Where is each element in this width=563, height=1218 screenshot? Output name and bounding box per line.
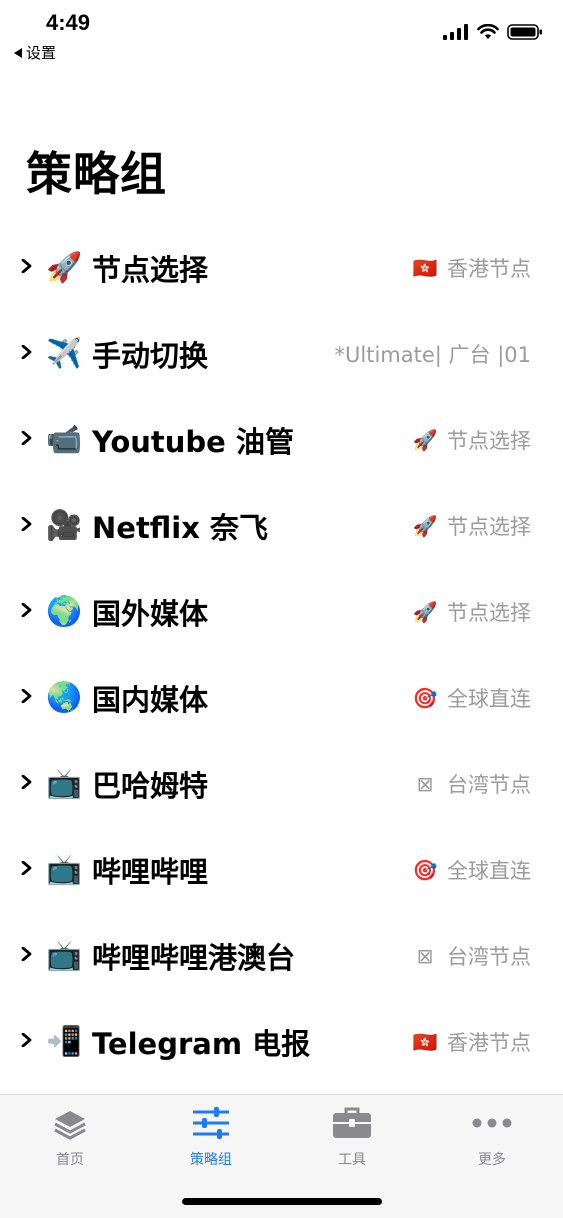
tab-policy-groups-label: 策略组 [190, 1152, 232, 1168]
group-selected-policy: 🇭🇰 香港节点 [411, 1027, 531, 1057]
home-indicator [182, 1198, 382, 1205]
selected-policy-label: 全球直连 [447, 687, 531, 711]
group-selected-policy: *Ultimate| 广台 |01 [335, 339, 531, 369]
policy-group-row[interactable]: ✈️ 手动切换 *Ultimate| 广台 |01 [0, 310, 563, 396]
selected-policy-icon: ⊠ [416, 944, 434, 968]
policy-group-row[interactable]: 🚀 节点选择 🇭🇰 香港节点 [0, 224, 563, 310]
group-selected-policy: 🎯 全球直连 [411, 683, 531, 713]
selected-policy-label: 节点选择 [447, 429, 531, 453]
policy-group-row[interactable]: 📹 Youtube 油管 🚀 节点选择 [0, 396, 563, 482]
selected-policy-icon: 🎯 [412, 686, 438, 710]
group-name: 国外媒体 [92, 597, 209, 631]
group-selected-policy: 🚀 节点选择 [411, 425, 531, 455]
selected-policy-icon: 🇭🇰 [412, 1030, 438, 1054]
selected-policy-label: 香港节点 [447, 1031, 531, 1055]
policy-group-row[interactable]: 📺 哔哩哔哩 🎯 全球直连 [0, 826, 563, 912]
group-selected-policy: 🇭🇰 香港节点 [411, 253, 531, 283]
policy-group-list: 🚀 节点选择 🇭🇰 香港节点 ✈️ 手动切换 *Ultimate| 广台 |01 📹 Youtu… [0, 224, 563, 1084]
policy-group-row[interactable]: 📺 哔哩哔哩港澳台 ⊠ 台湾节点 [0, 912, 563, 998]
page-title: 策略组 [26, 147, 167, 201]
chevron-right-icon [21, 259, 32, 273]
policy-group-row[interactable]: 🌍 国外媒体 🚀 节点选择 [0, 568, 563, 654]
selected-policy-label: *Ultimate| 广台 |01 [334, 343, 531, 367]
group-emoji-icon: 🚀 [46, 250, 83, 284]
tab-policy-groups[interactable]: 策略组 [161, 1103, 261, 1169]
group-emoji-icon: 📺 [46, 938, 83, 972]
group-name: Netflix 奈飞 [92, 511, 269, 545]
group-name: Telegram 电报 [92, 1027, 311, 1061]
tab-home[interactable]: 首页 [20, 1103, 120, 1169]
group-emoji-icon: 🌍 [46, 594, 83, 628]
chevron-right-icon [21, 603, 32, 617]
chevron-right-icon [21, 345, 32, 359]
group-selected-policy: 🚀 节点选择 [411, 511, 531, 541]
chevron-right-icon [21, 947, 32, 961]
group-name: 巴哈姆特 [92, 769, 209, 803]
group-name: Youtube 油管 [92, 425, 294, 459]
group-emoji-icon: 📲 [46, 1024, 83, 1058]
chevron-right-icon [21, 861, 32, 875]
selected-policy-label: 台湾节点 [447, 945, 531, 969]
sliders-icon [191, 1103, 231, 1143]
wifi-icon [477, 24, 499, 39]
group-name: 哔哩哔哩港澳台 [92, 941, 296, 975]
chevron-right-icon [21, 689, 32, 703]
group-emoji-icon: 📺 [46, 766, 83, 800]
selected-policy-icon: 🚀 [412, 428, 438, 452]
tab-more-label: 更多 [478, 1152, 506, 1168]
selected-policy-icon: 🇭🇰 [412, 256, 438, 280]
selected-policy-icon: 🚀 [412, 600, 438, 624]
status-time: 4:49 [46, 10, 91, 35]
policy-group-row[interactable]: 📺 巴哈姆特 ⊠ 台湾节点 [0, 740, 563, 826]
policy-group-row[interactable]: 🌏 国内媒体 🎯 全球直连 [0, 654, 563, 740]
back-to-settings-link[interactable]: 设置 [14, 42, 56, 63]
selected-policy-label: 全球直连 [447, 859, 531, 883]
group-name: 国内媒体 [92, 683, 209, 717]
selected-policy-label: 节点选择 [447, 601, 531, 625]
tab-home-label: 首页 [56, 1152, 84, 1168]
chevron-right-icon [21, 431, 32, 445]
selected-policy-icon: ⊠ [416, 772, 434, 796]
back-app-label: 设置 [26, 44, 57, 62]
status-bar: 4:49 设置 [0, 0, 563, 70]
chevron-right-icon [21, 517, 32, 531]
toolbox-icon [332, 1103, 372, 1143]
selected-policy-icon: 🎯 [412, 858, 438, 882]
group-selected-policy: 🎯 全球直连 [411, 855, 531, 885]
layers-icon [50, 1103, 90, 1143]
cellular-signal-icon [443, 24, 468, 40]
selected-policy-label: 香港节点 [447, 257, 531, 281]
group-name: 手动切换 [92, 339, 209, 373]
chevron-right-icon [21, 1033, 32, 1047]
group-selected-policy: ⊠ 台湾节点 [411, 941, 531, 971]
group-name: 节点选择 [92, 253, 209, 287]
back-triangle-icon [14, 47, 22, 58]
group-emoji-icon: 🌏 [46, 680, 83, 714]
group-emoji-icon: ✈️ [46, 336, 83, 370]
group-name: 哔哩哔哩 [92, 855, 209, 889]
selected-policy-icon: 🚀 [412, 514, 438, 538]
selected-policy-label: 台湾节点 [447, 773, 531, 797]
group-emoji-icon: 🎥 [46, 508, 83, 542]
status-icons [443, 24, 543, 40]
group-selected-policy: 🚀 节点选择 [411, 597, 531, 627]
group-emoji-icon: 📺 [46, 852, 83, 886]
tab-more[interactable]: 更多 [442, 1103, 542, 1169]
more-dots-icon [472, 1103, 512, 1143]
chevron-right-icon [21, 775, 32, 789]
tab-tools-label: 工具 [338, 1152, 366, 1168]
policy-group-row[interactable]: 📲 Telegram 电报 🇭🇰 香港节点 [0, 998, 563, 1084]
selected-policy-label: 节点选择 [447, 515, 531, 539]
tab-tools[interactable]: 工具 [302, 1103, 402, 1169]
policy-group-row[interactable]: 🎥 Netflix 奈飞 🚀 节点选择 [0, 482, 563, 568]
group-emoji-icon: 📹 [46, 422, 83, 456]
battery-icon [507, 24, 542, 40]
group-selected-policy: ⊠ 台湾节点 [411, 769, 531, 799]
